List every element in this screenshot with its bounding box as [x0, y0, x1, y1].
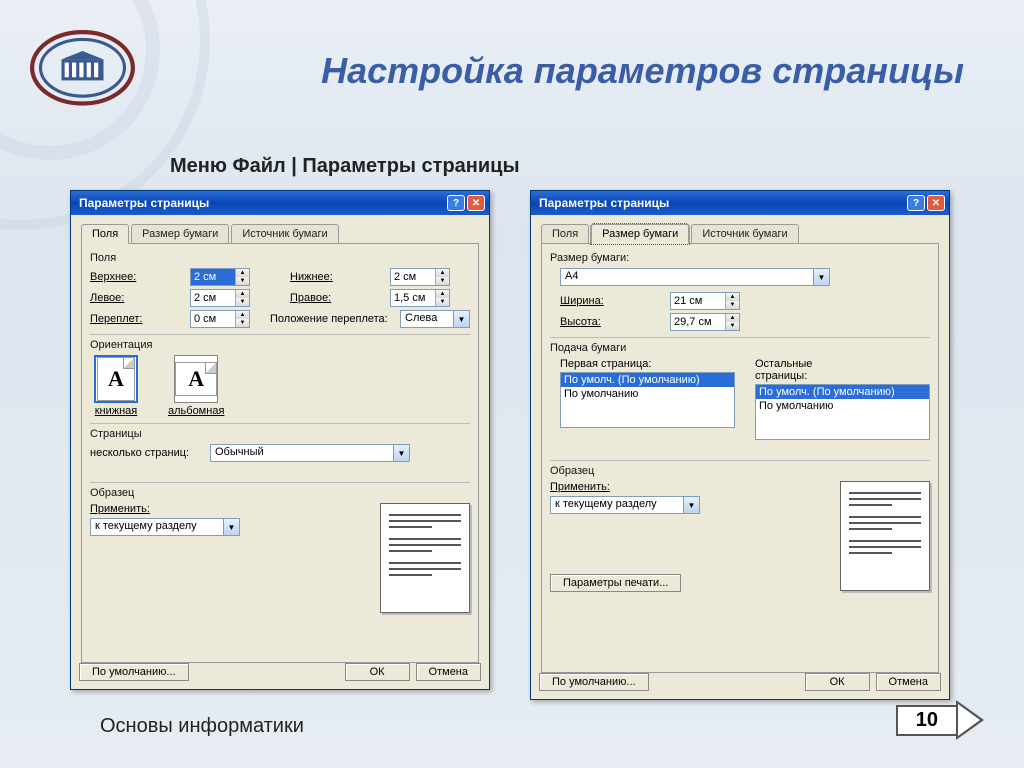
- multipage-combo[interactable]: Обычный ▼: [210, 444, 410, 462]
- other-pages-label: Остальные страницы:: [755, 358, 855, 382]
- tab-paper-source[interactable]: Источник бумаги: [231, 224, 338, 244]
- help-button[interactable]: ?: [907, 195, 925, 211]
- pages-group-label: Страницы: [90, 428, 470, 440]
- tab-fields[interactable]: Поля: [81, 224, 129, 244]
- bottom-spinner[interactable]: ▲▼: [390, 268, 450, 286]
- feed-group-label: Подача бумаги: [550, 342, 930, 354]
- default-button[interactable]: По умолчанию...: [539, 673, 649, 691]
- height-spinner[interactable]: ▲▼: [670, 313, 740, 331]
- chevron-down-icon[interactable]: ▼: [393, 445, 409, 461]
- tab-paper-size[interactable]: Размер бумаги: [591, 224, 689, 244]
- ok-button[interactable]: ОК: [345, 663, 410, 681]
- tab-paper-size[interactable]: Размер бумаги: [131, 224, 229, 244]
- menu-path: Меню Файл | Параметры страницы: [170, 155, 520, 178]
- paper-size-label: Размер бумаги:: [550, 252, 930, 264]
- paper-size-combo[interactable]: A4 ▼: [560, 268, 830, 286]
- gutter-spinner[interactable]: ▲▼: [190, 310, 250, 328]
- chevron-down-icon[interactable]: ▼: [453, 311, 469, 327]
- gutter-label: Переплет:: [90, 313, 190, 325]
- orientation-group-label: Ориентация: [90, 339, 470, 351]
- page-number: 10: [896, 705, 958, 736]
- sample-preview: [380, 503, 470, 613]
- apply-label: Применить:: [550, 481, 650, 493]
- page-setup-dialog-paper: Параметры страницы ? ✕ Поля Размер бумаг…: [530, 190, 950, 700]
- titlebar[interactable]: Параметры страницы ? ✕: [71, 191, 489, 215]
- logo: [30, 30, 135, 105]
- page-setup-dialog-fields: Параметры страницы ? ✕ Поля Размер бумаг…: [70, 190, 490, 690]
- multipage-label: несколько страниц:: [90, 447, 210, 459]
- cancel-button[interactable]: Отмена: [876, 673, 941, 691]
- page-number-arrow: 10: [896, 700, 984, 740]
- apply-combo[interactable]: к текущему разделу ▼: [550, 496, 700, 514]
- bottom-label: Нижнее:: [290, 271, 390, 283]
- arrow-icon: [956, 700, 984, 740]
- slide-title: Настройка параметров страницы: [170, 50, 964, 92]
- spin-down-icon[interactable]: ▼: [235, 277, 249, 285]
- first-page-label: Первая страница:: [560, 358, 660, 370]
- footer: Основы информатики: [100, 715, 304, 738]
- print-options-button[interactable]: Параметры печати...: [550, 574, 681, 592]
- chevron-down-icon[interactable]: ▼: [683, 497, 699, 513]
- apply-combo[interactable]: к текущему разделу ▼: [90, 518, 240, 536]
- default-button[interactable]: По умолчанию...: [79, 663, 189, 681]
- width-label: Ширина:: [560, 295, 670, 307]
- gutter-pos-label: Положение переплета:: [270, 313, 400, 325]
- cancel-button[interactable]: Отмена: [416, 663, 481, 681]
- orientation-landscape[interactable]: A альбомная: [168, 355, 224, 417]
- sample-group-label: Образец: [550, 465, 930, 477]
- width-spinner[interactable]: ▲▼: [670, 292, 740, 310]
- fields-group-label: Поля: [90, 252, 470, 264]
- sample-group-label: Образец: [90, 487, 470, 499]
- top-label: Верхнее:: [90, 271, 190, 283]
- orientation-portrait[interactable]: A книжная: [94, 355, 138, 417]
- dialog-title: Параметры страницы: [539, 196, 669, 210]
- close-button[interactable]: ✕: [927, 195, 945, 211]
- sample-preview: [840, 481, 930, 591]
- dialog-title: Параметры страницы: [79, 196, 209, 210]
- right-spinner[interactable]: ▲▼: [390, 289, 450, 307]
- top-spinner[interactable]: ▲▼: [190, 268, 250, 286]
- close-button[interactable]: ✕: [467, 195, 485, 211]
- height-label: Высота:: [560, 316, 670, 328]
- first-page-list[interactable]: По умолч. (По умолчанию) По умолчанию: [560, 372, 735, 428]
- right-label: Правое:: [290, 292, 390, 304]
- chevron-down-icon[interactable]: ▼: [223, 519, 239, 535]
- left-spinner[interactable]: ▲▼: [190, 289, 250, 307]
- tab-paper-source[interactable]: Источник бумаги: [691, 224, 798, 244]
- other-pages-list[interactable]: По умолч. (По умолчанию) По умолчанию: [755, 384, 930, 440]
- ok-button[interactable]: ОК: [805, 673, 870, 691]
- left-label: Левое:: [90, 292, 190, 304]
- spin-up-icon[interactable]: ▲: [235, 269, 249, 277]
- gutter-pos-combo[interactable]: Слева ▼: [400, 310, 470, 328]
- tab-fields[interactable]: Поля: [541, 224, 589, 244]
- titlebar[interactable]: Параметры страницы ? ✕: [531, 191, 949, 215]
- help-button[interactable]: ?: [447, 195, 465, 211]
- apply-label: Применить:: [90, 503, 190, 515]
- chevron-down-icon[interactable]: ▼: [813, 269, 829, 285]
